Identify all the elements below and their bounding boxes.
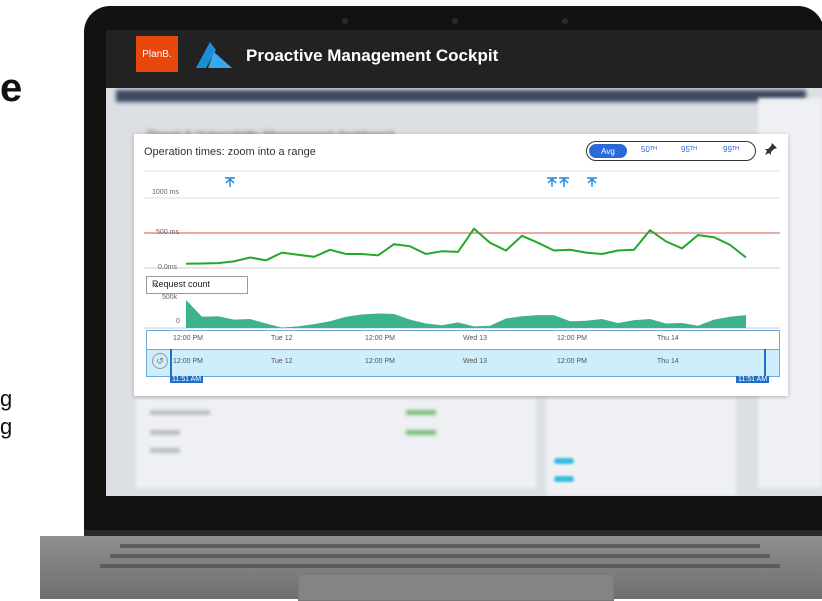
deployment-marker-icon (559, 177, 569, 187)
page-text-fragment-1: g (0, 386, 13, 411)
request-count-area (186, 300, 746, 328)
app-header: PlanB. Proactive Management Cockpit (106, 30, 822, 88)
y-tick-0-count: 0 (176, 318, 180, 325)
deployment-marker-icon (547, 177, 557, 187)
timeline-selection[interactable]: 12:00 PM Tue 12 12:00 PM Wed 13 12:00 PM… (146, 349, 780, 377)
metric-dropdown[interactable]: Request count ⌄ (146, 276, 248, 294)
range-start-handle[interactable] (170, 349, 172, 377)
blurred-side-card (546, 398, 736, 496)
page-text-fragment-2: g (0, 414, 13, 439)
camera-dot-icon (342, 18, 348, 24)
timeline-axis: 12:00 PM Tue 12 12:00 PM Wed 13 12:00 PM… (146, 330, 780, 350)
blurred-progress (554, 476, 574, 482)
blurred-row (150, 410, 210, 415)
tick-label: 12:00 PM (557, 358, 587, 365)
range-end-handle[interactable] (764, 349, 766, 377)
operation-times-chart-panel: Operation times: zoom into a range Avg 5… (134, 134, 788, 396)
tick-label: Wed 13 (463, 358, 487, 365)
time-range-selector[interactable]: 12:00 PM Tue 12 12:00 PM Wed 13 12:00 PM… (146, 330, 780, 383)
blurred-row (150, 430, 180, 435)
reset-zoom-icon[interactable]: ↺ (152, 353, 168, 369)
tick-label: Tue 12 (271, 335, 293, 342)
planb-logo: PlanB. (136, 36, 178, 72)
tick-label: 12:00 PM (557, 335, 587, 342)
page-heading-fragment: e (0, 66, 23, 110)
blurred-progress (554, 458, 574, 464)
tick-label: Thu 14 (657, 358, 679, 365)
tick-label: 12:00 PM (365, 358, 395, 365)
tick-label: Tue 12 (271, 358, 293, 365)
azure-logo-icon (196, 42, 232, 68)
blurred-nav-bar (116, 90, 806, 102)
y-tick-0: 0.0ms (158, 264, 178, 271)
sensor-dot-icon (562, 18, 568, 24)
y-tick-500k: 500k (162, 294, 178, 301)
range-start-label: 11:51 AM (170, 376, 204, 383)
range-end-label: 11:51 AM (736, 376, 770, 383)
chevron-down-icon: ⌄ (152, 279, 160, 289)
camera-icon (452, 18, 458, 24)
tick-label: 12:00 PM (173, 335, 203, 342)
blurred-row (406, 410, 436, 415)
tick-label: Thu 14 (657, 335, 679, 342)
tick-label: 12:00 PM (365, 335, 395, 342)
y-tick-1000: 1000 ms (152, 189, 179, 196)
y-tick-500: 500 ms (156, 229, 179, 236)
tick-label: Wed 13 (463, 335, 487, 342)
app-title: Proactive Management Cockpit (246, 46, 499, 65)
deployment-marker-icon (225, 177, 235, 187)
touchpad[interactable] (298, 574, 614, 601)
operation-time-line (185, 227, 747, 265)
deployment-marker-icon (587, 177, 597, 187)
blurred-row (406, 430, 436, 435)
blurred-row (150, 448, 180, 453)
tick-label: 12:00 PM (173, 358, 203, 365)
